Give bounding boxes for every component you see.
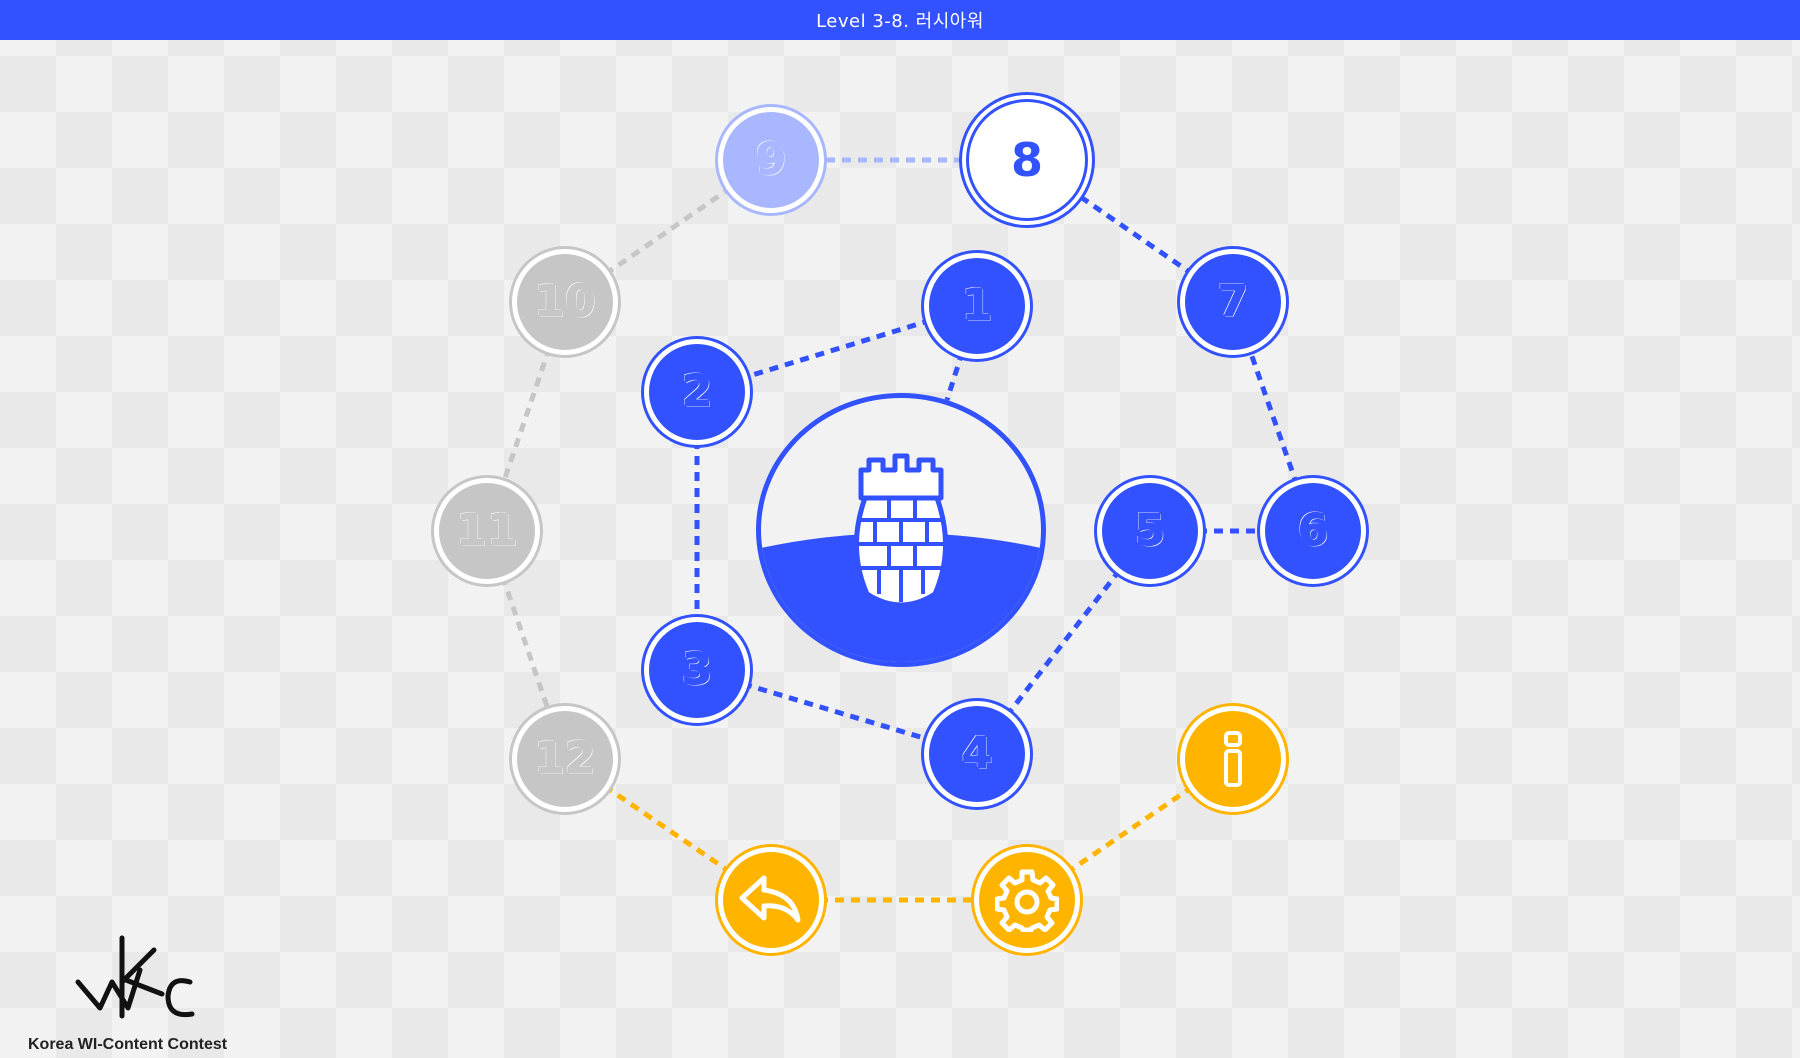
level-12-label: 12 <box>534 733 596 784</box>
level-6-label: 6 <box>1297 505 1329 556</box>
level-10-label: 10 <box>534 276 596 327</box>
settings-button[interactable] <box>974 847 1080 953</box>
level-2-label: 2 <box>681 366 713 417</box>
level-2-button[interactable]: 2 <box>644 339 750 445</box>
level-8-button[interactable]: 8 <box>966 99 1088 221</box>
level-9-label: 9 <box>755 134 787 185</box>
contest-logo: Korea WI-Content Contest <box>28 930 248 1054</box>
level-5-button[interactable]: 5 <box>1097 478 1203 584</box>
level-1-button[interactable]: 1 <box>924 253 1030 359</box>
level-8-label: 8 <box>1010 133 1043 187</box>
level-6-button[interactable]: 6 <box>1260 478 1366 584</box>
level-1-label: 1 <box>961 280 993 331</box>
level-4-label: 4 <box>961 728 993 779</box>
info-icon <box>1224 731 1242 787</box>
back-arrow-icon <box>739 875 801 923</box>
tower-icon <box>761 453 1041 662</box>
level-3-label: 3 <box>681 644 713 695</box>
level-12-button[interactable]: 12 <box>512 706 618 812</box>
level-11-label: 11 <box>456 505 518 556</box>
level-7-button[interactable]: 7 <box>1180 249 1286 355</box>
logo-caption: Korea WI-Content Contest <box>28 1036 228 1053</box>
info-button[interactable] <box>1180 706 1286 812</box>
level-4-button[interactable]: 4 <box>924 701 1030 807</box>
level-11-button[interactable]: 11 <box>434 478 540 584</box>
world-hub-tower <box>756 393 1046 667</box>
level-5-label: 5 <box>1134 505 1166 556</box>
wkc-logo-mark <box>75 935 195 1019</box>
gear-icon <box>995 869 1059 932</box>
level-7-label: 7 <box>1217 276 1249 327</box>
back-button[interactable] <box>718 847 824 953</box>
level-10-button[interactable]: 10 <box>512 249 618 355</box>
level-9-button[interactable]: 9 <box>718 107 824 213</box>
level-3-button[interactable]: 3 <box>644 617 750 723</box>
